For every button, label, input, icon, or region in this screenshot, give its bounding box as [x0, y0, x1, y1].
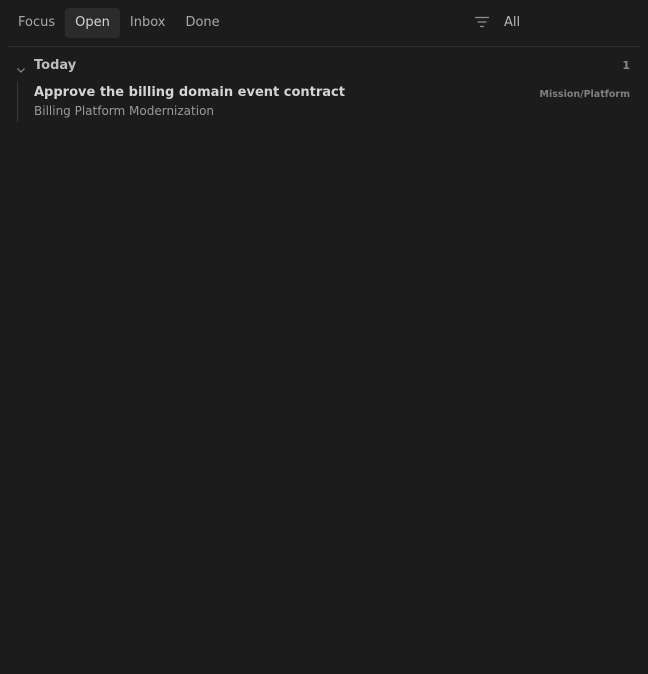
view-tabs: Focus Open Inbox Done	[8, 7, 640, 38]
filter-icon	[474, 14, 490, 30]
filter-label: All	[504, 14, 521, 30]
group-title: Today	[34, 57, 77, 73]
group-header-today[interactable]: Today 1	[8, 54, 640, 76]
toolbar-divider	[8, 46, 640, 47]
tab-inbox[interactable]: Inbox	[120, 8, 176, 38]
tab-focus[interactable]: Focus	[8, 8, 65, 38]
task-tag: Mission/Platform	[539, 89, 630, 100]
filter-button[interactable]: All	[474, 7, 520, 37]
task-project: Billing Platform Modernization	[34, 104, 215, 118]
task-title: Approve the billing domain event contrac…	[34, 85, 345, 100]
group-count: 1	[622, 58, 630, 72]
chevron-down-icon[interactable]	[16, 60, 26, 73]
task-item[interactable]: Approve the billing domain event contrac…	[17, 81, 640, 122]
toolbar: Focus Open Inbox Done All	[8, 7, 640, 38]
tab-open[interactable]: Open	[65, 7, 120, 38]
tab-done[interactable]: Done	[175, 8, 229, 38]
task-list-app: Focus Open Inbox Done All Today 1 Approv…	[0, 0, 648, 674]
